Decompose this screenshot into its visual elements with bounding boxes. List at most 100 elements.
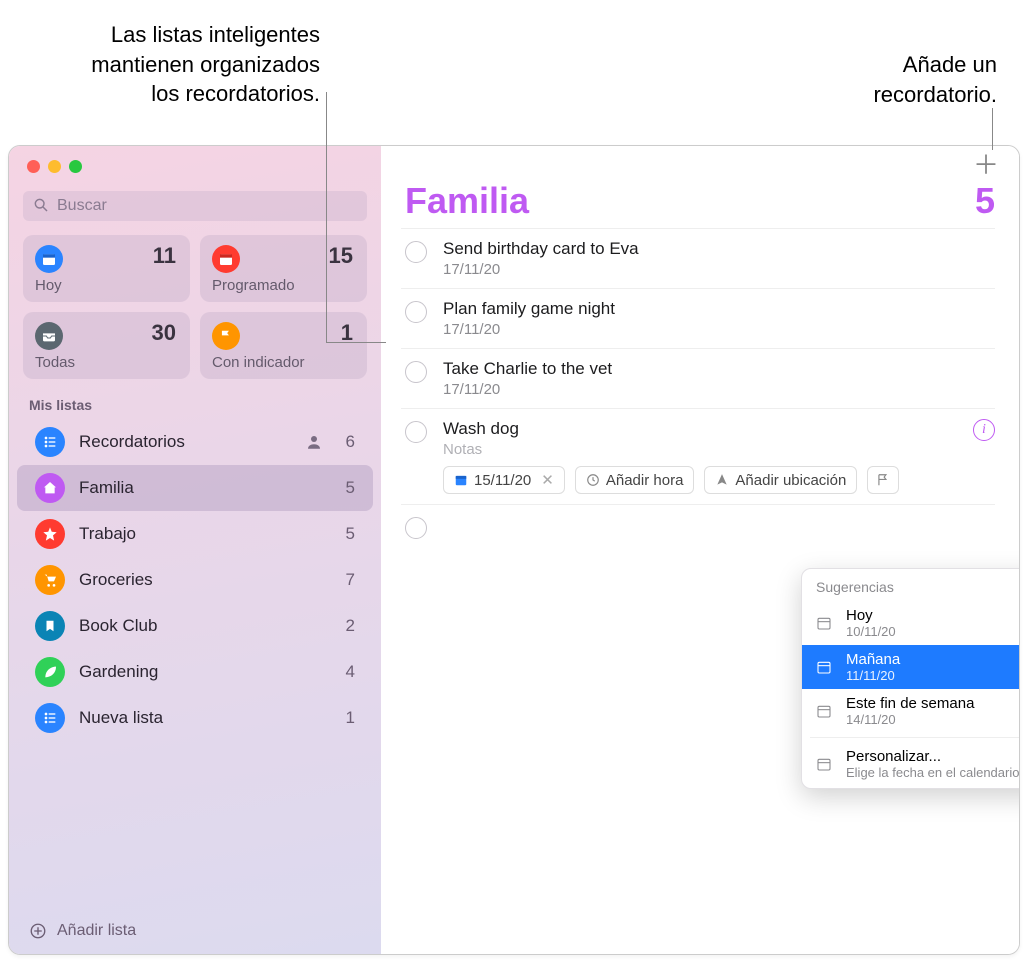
- list-title: Familia: [405, 180, 529, 222]
- location-icon: [715, 473, 729, 487]
- add-list-button[interactable]: Añadir lista: [9, 910, 381, 954]
- toolbar: ＋: [381, 146, 1019, 180]
- list-name: Book Club: [79, 616, 323, 636]
- reminder-body: Wash dog Notas 15/11/20 ✕ Añadir hora: [443, 419, 973, 494]
- annotation-layer: Las listas inteligentes mantienen organi…: [0, 0, 1027, 145]
- complete-toggle[interactable]: [405, 517, 427, 539]
- popover-header: Sugerencias: [802, 575, 1020, 601]
- smart-label: Programado: [212, 277, 355, 294]
- suggestion-tomorrow[interactable]: Mañana 11/11/20: [802, 645, 1020, 689]
- list-count: 7: [337, 570, 355, 590]
- smart-count: 30: [152, 320, 176, 346]
- reminder-body: Take Charlie to the vet 17/11/20: [443, 359, 995, 398]
- location-chip[interactable]: Añadir ubicación: [704, 466, 857, 494]
- add-reminder-button[interactable]: ＋: [973, 145, 999, 182]
- list-name: Gardening: [79, 662, 323, 682]
- reminder-row-editing[interactable]: Wash dog Notas 15/11/20 ✕ Añadir hora: [401, 409, 995, 505]
- reminder-title[interactable]: Wash dog: [443, 419, 973, 439]
- list-header: Familia 5: [381, 180, 1019, 228]
- main-content: ＋ Familia 5 Send birthday card to Eva 17…: [381, 146, 1019, 954]
- clear-date-icon[interactable]: ✕: [541, 471, 554, 489]
- list-row-trabajo[interactable]: Trabajo 5: [17, 511, 373, 557]
- list-row-recordatorios[interactable]: Recordatorios 6: [17, 419, 373, 465]
- time-chip[interactable]: Añadir hora: [575, 466, 695, 494]
- info-button[interactable]: i: [973, 419, 995, 441]
- reminder-title: Plan family game night: [443, 299, 995, 319]
- list-row-groceries[interactable]: Groceries 7: [17, 557, 373, 603]
- list-name: Recordatorios: [79, 432, 291, 452]
- suggestion-date: 11/11/20: [846, 668, 900, 683]
- smart-count: 15: [329, 243, 353, 269]
- callout-add-reminder: Añade un recordatorio.: [837, 50, 997, 109]
- house-icon: [35, 473, 65, 503]
- separator: [810, 737, 1020, 738]
- suggestion-title: Personalizar...: [846, 748, 1019, 765]
- date-chip[interactable]: 15/11/20 ✕: [443, 466, 565, 494]
- plus-circle-icon: [29, 922, 47, 940]
- reminder-row[interactable]: Take Charlie to the vet 17/11/20: [401, 349, 995, 409]
- suggestion-title: Hoy: [846, 607, 896, 624]
- list-total-count: 5: [975, 180, 995, 222]
- calendar-icon: [816, 756, 834, 772]
- time-chip-label: Añadir hora: [606, 472, 684, 489]
- suggestion-custom[interactable]: Personalizar... Elige la fecha en el cal…: [802, 742, 1020, 786]
- search-field[interactable]: [23, 191, 367, 221]
- list-row-familia[interactable]: Familia 5: [17, 465, 373, 511]
- reminder-list: Send birthday card to Eva 17/11/20 Plan …: [381, 228, 1019, 549]
- calendar-icon: [816, 703, 834, 719]
- complete-toggle[interactable]: [405, 421, 427, 443]
- flag-chip[interactable]: [867, 466, 899, 494]
- date-chip-value: 15/11/20: [474, 472, 531, 489]
- reminder-date: 17/11/20: [443, 321, 995, 338]
- list-count: 5: [337, 524, 355, 544]
- smart-label: Hoy: [35, 277, 178, 294]
- calendar-icon: [212, 245, 240, 273]
- reminder-date: 17/11/20: [443, 381, 995, 398]
- list-row-bookclub[interactable]: Book Club 2: [17, 603, 373, 649]
- smart-count: 11: [153, 243, 176, 269]
- reminder-notes-placeholder[interactable]: Notas: [443, 441, 973, 458]
- add-list-label: Añadir lista: [57, 922, 136, 940]
- bookmark-icon: [35, 611, 65, 641]
- reminder-date: 17/11/20: [443, 261, 995, 278]
- suggestion-title: Mañana: [846, 651, 900, 668]
- close-window-button[interactable]: [27, 160, 40, 173]
- smart-list-flagged[interactable]: 1 Con indicador: [200, 312, 367, 379]
- suggestion-sub: Elige la fecha en el calendario: [846, 765, 1019, 780]
- reminder-title: Take Charlie to the vet: [443, 359, 995, 379]
- search-input[interactable]: [23, 191, 367, 221]
- leaf-icon: [35, 657, 65, 687]
- reminder-row-empty[interactable]: [401, 505, 995, 549]
- suggestion-date: 10/11/20: [846, 624, 896, 639]
- shared-icon: [305, 433, 323, 451]
- reminder-row[interactable]: Plan family game night 17/11/20: [401, 289, 995, 349]
- smart-list-all[interactable]: 30 Todas: [23, 312, 190, 379]
- complete-toggle[interactable]: [405, 361, 427, 383]
- suggestion-weekend[interactable]: Este fin de semana 14/11/20: [802, 689, 1020, 733]
- list-name: Groceries: [79, 570, 323, 590]
- location-chip-label: Añadir ubicación: [735, 472, 846, 489]
- flag-icon: [212, 322, 240, 350]
- calendar-today-icon: [35, 245, 63, 273]
- list-bullet-icon: [35, 427, 65, 457]
- zoom-window-button[interactable]: [69, 160, 82, 173]
- suggestion-today[interactable]: Hoy 10/11/20: [802, 601, 1020, 645]
- complete-toggle[interactable]: [405, 241, 427, 263]
- smart-list-today[interactable]: 11 Hoy: [23, 235, 190, 302]
- list-name: Familia: [79, 478, 323, 498]
- list-count: 1: [337, 708, 355, 728]
- list-count: 6: [337, 432, 355, 452]
- reminder-body: Plan family game night 17/11/20: [443, 299, 995, 338]
- list-row-gardening[interactable]: Gardening 4: [17, 649, 373, 695]
- calendar-icon: [816, 659, 834, 675]
- smart-list-scheduled[interactable]: 15 Programado: [200, 235, 367, 302]
- list-row-nueva[interactable]: Nueva lista 1: [17, 695, 373, 741]
- section-my-lists: Mis listas: [9, 391, 381, 419]
- calendar-icon: [454, 473, 468, 487]
- star-icon: [35, 519, 65, 549]
- flag-icon: [876, 473, 890, 487]
- reminder-row[interactable]: Send birthday card to Eva 17/11/20: [401, 228, 995, 289]
- list-count: 5: [337, 478, 355, 498]
- minimize-window-button[interactable]: [48, 160, 61, 173]
- complete-toggle[interactable]: [405, 301, 427, 323]
